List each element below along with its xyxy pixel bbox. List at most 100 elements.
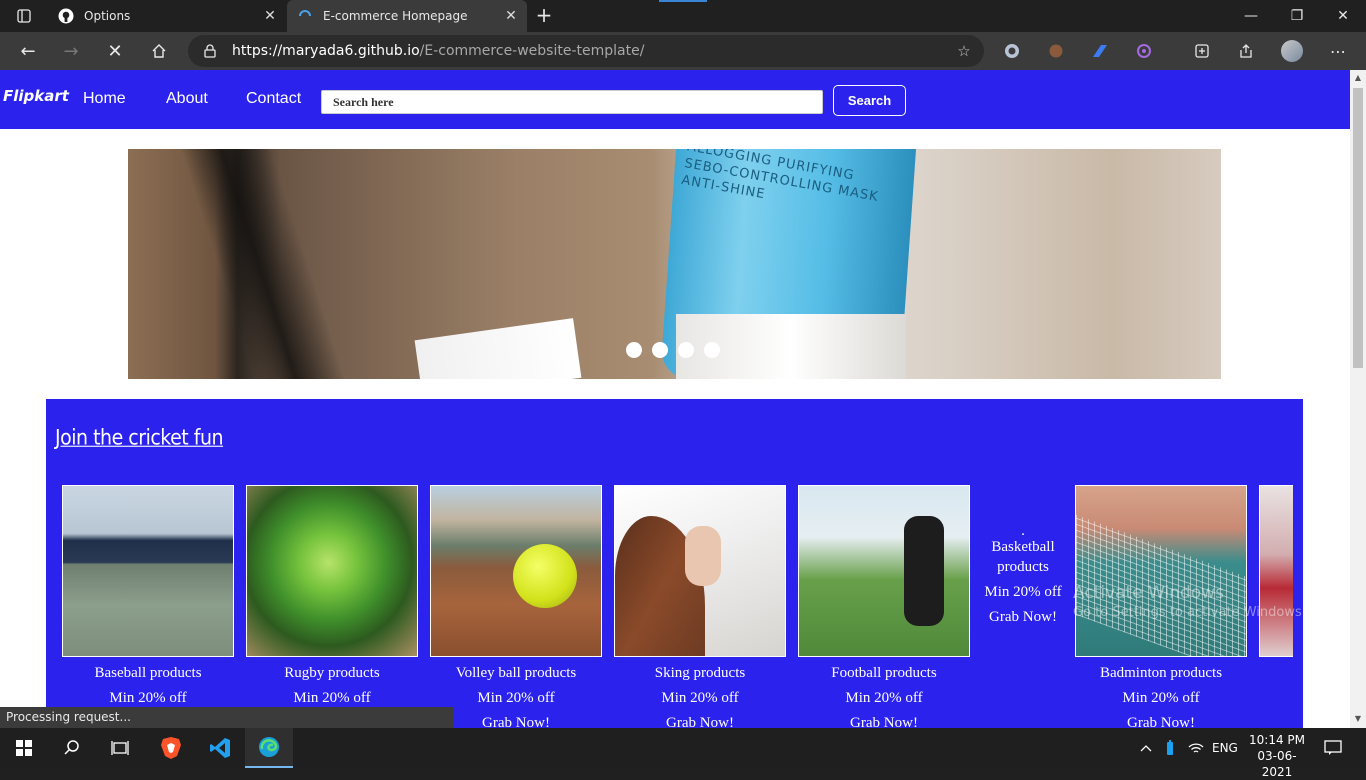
carousel-dot-3[interactable] bbox=[678, 342, 694, 358]
product-cta[interactable]: Grab Now! bbox=[1075, 714, 1247, 728]
product-name: Rugby products bbox=[284, 665, 380, 681]
wifi-icon[interactable] bbox=[1188, 728, 1204, 768]
product-card-basketball[interactable]: . Basketball products Min 20% off Grab N… bbox=[980, 524, 1066, 627]
nav-home-link[interactable]: Home bbox=[83, 90, 126, 108]
product-discount: Min 20% off bbox=[477, 690, 555, 706]
product-image[interactable] bbox=[62, 485, 234, 657]
lock-icon[interactable] bbox=[202, 43, 218, 59]
product-image[interactable] bbox=[614, 485, 786, 657]
carousel-dot-4[interactable] bbox=[704, 342, 720, 358]
carousel-dot-1[interactable] bbox=[626, 342, 642, 358]
product-name: Football products bbox=[831, 665, 937, 681]
product-card-volleyball[interactable]: Volley ball products Min 20% off Grab No… bbox=[430, 485, 602, 728]
restore-icon[interactable]: ❐ bbox=[1274, 0, 1320, 32]
more-options-icon[interactable]: ⋯ bbox=[1328, 41, 1348, 61]
taskbar-clock[interactable]: 10:14 PM 03-06-2021 bbox=[1248, 732, 1306, 780]
tab-title: Options bbox=[84, 9, 131, 23]
search-icon[interactable] bbox=[48, 728, 96, 768]
profile-avatar[interactable] bbox=[1281, 40, 1303, 62]
add-favorite-icon[interactable]: ☆ bbox=[954, 41, 974, 61]
url-path: /E-commerce-website-template/ bbox=[419, 43, 645, 59]
github-icon bbox=[58, 8, 74, 24]
search-input[interactable]: Search here bbox=[321, 90, 823, 114]
product-cta[interactable]: Grab Now! bbox=[980, 607, 1066, 627]
share-icon[interactable] bbox=[1236, 41, 1256, 61]
extension-circle-icon[interactable] bbox=[1002, 41, 1022, 61]
section-title[interactable]: Join the cricket fun bbox=[55, 426, 224, 450]
product-discount: Min 20% off bbox=[293, 690, 371, 706]
extension-at-icon[interactable] bbox=[1134, 41, 1154, 61]
carousel-shadow bbox=[180, 149, 346, 379]
forward-arrow-icon[interactable]: → bbox=[57, 37, 85, 65]
address-bar[interactable]: https://maryada6.github.io/E-commerce-we… bbox=[188, 35, 984, 67]
windows-start-icon[interactable] bbox=[0, 728, 48, 768]
search-button[interactable]: Search bbox=[833, 85, 906, 116]
task-view-icon[interactable] bbox=[96, 728, 144, 768]
window-controls: — ❐ ✕ bbox=[1228, 0, 1366, 32]
home-icon[interactable] bbox=[145, 37, 173, 65]
nav-about-link[interactable]: About bbox=[166, 90, 208, 108]
product-card-partial[interactable] bbox=[1259, 485, 1293, 657]
product-discount: Min 20% off bbox=[1122, 690, 1200, 706]
brave-browser-icon[interactable] bbox=[147, 728, 195, 768]
tab-ecommerce-homepage[interactable]: E-commerce Homepage ✕ bbox=[287, 0, 527, 32]
stop-loading-icon[interactable]: ✕ bbox=[101, 37, 129, 65]
close-tab-icon[interactable]: ✕ bbox=[260, 6, 280, 26]
carousel-product-label bbox=[414, 318, 582, 379]
watermark-line1: Activate Windows bbox=[1073, 583, 1224, 603]
scrollbar-thumb[interactable] bbox=[1353, 88, 1363, 368]
activate-windows-watermark: Activate Windows Go to Settings to activ… bbox=[1073, 583, 1306, 620]
product-name: Basketball products bbox=[991, 539, 1055, 575]
product-card-football[interactable]: Football products Min 20% off Grab Now! bbox=[798, 485, 970, 728]
hero-carousel[interactable]: ALLOGGING PURIFYING SEBO-CONTROLLING MAS… bbox=[128, 149, 1221, 379]
collections-icon[interactable] bbox=[1192, 41, 1212, 61]
product-card-sking[interactable]: Sking products Min 20% off Grab Now! bbox=[614, 485, 786, 728]
product-cta[interactable]: Grab Now! bbox=[614, 714, 786, 728]
scroll-up-icon[interactable]: ▲ bbox=[1354, 74, 1362, 82]
close-window-icon[interactable]: ✕ bbox=[1320, 0, 1366, 32]
tab-title: E-commerce Homepage bbox=[323, 9, 468, 23]
vscode-icon[interactable] bbox=[196, 728, 244, 768]
url-text: https://maryada6.github.io/E-commerce-we… bbox=[232, 43, 644, 59]
minimize-icon[interactable]: — bbox=[1228, 0, 1274, 32]
baseball-cta-clip bbox=[62, 712, 234, 728]
carousel-dot-2[interactable] bbox=[652, 342, 668, 358]
back-arrow-icon[interactable]: ← bbox=[14, 37, 42, 65]
product-cta[interactable]: Grab Now! bbox=[430, 714, 602, 728]
clock-time: 10:14 PM bbox=[1249, 733, 1305, 747]
clock-date: 03-06-2021 bbox=[1257, 749, 1297, 779]
battery-icon[interactable] bbox=[1166, 728, 1174, 768]
edge-browser-icon[interactable] bbox=[245, 728, 293, 768]
product-image[interactable] bbox=[798, 485, 970, 657]
extension-cookie-icon[interactable] bbox=[1046, 41, 1066, 61]
product-image[interactable] bbox=[246, 485, 418, 657]
product-discount: Min 20% off bbox=[845, 690, 923, 706]
tab-actions-icon[interactable] bbox=[8, 4, 40, 28]
product-image[interactable] bbox=[1259, 485, 1293, 657]
carousel-indicators bbox=[626, 342, 720, 358]
show-hidden-icons[interactable] bbox=[1140, 728, 1152, 768]
watermark-line2: Go to Settings to activate Windows. bbox=[1073, 605, 1306, 620]
product-name: Baseball products bbox=[94, 665, 202, 681]
tab-options[interactable]: Options ✕ bbox=[48, 0, 286, 32]
product-image[interactable] bbox=[430, 485, 602, 657]
product-card-baseball[interactable]: Baseball products Min 20% off bbox=[62, 485, 234, 707]
product-discount: Min 20% off bbox=[109, 690, 187, 706]
nav-contact-link[interactable]: Contact bbox=[246, 90, 301, 108]
product-discount: Min 20% off bbox=[661, 690, 739, 706]
browser-toolbar: ← → ✕ https://maryada6.github.io/E-comme… bbox=[0, 32, 1366, 70]
scroll-down-icon[interactable]: ▼ bbox=[1354, 715, 1362, 723]
product-card-rugby[interactable]: Rugby products Min 20% off bbox=[246, 485, 418, 707]
notifications-icon[interactable] bbox=[1324, 728, 1342, 768]
language-indicator[interactable]: ENG bbox=[1212, 728, 1238, 768]
page-scrollbar[interactable]: ▲ ▼ bbox=[1350, 70, 1366, 728]
product-name: Volley ball products bbox=[455, 665, 577, 681]
product-cta[interactable]: Grab Now! bbox=[798, 714, 970, 728]
product-image[interactable] bbox=[1075, 485, 1247, 657]
extension-arrow-icon[interactable] bbox=[1090, 41, 1110, 61]
product-discount: Min 20% off bbox=[984, 584, 1062, 600]
new-tab-button[interactable]: + bbox=[533, 5, 555, 27]
close-tab-icon[interactable]: ✕ bbox=[501, 6, 521, 26]
site-logo[interactable]: Flipkart bbox=[3, 87, 69, 105]
image-player bbox=[904, 516, 944, 626]
